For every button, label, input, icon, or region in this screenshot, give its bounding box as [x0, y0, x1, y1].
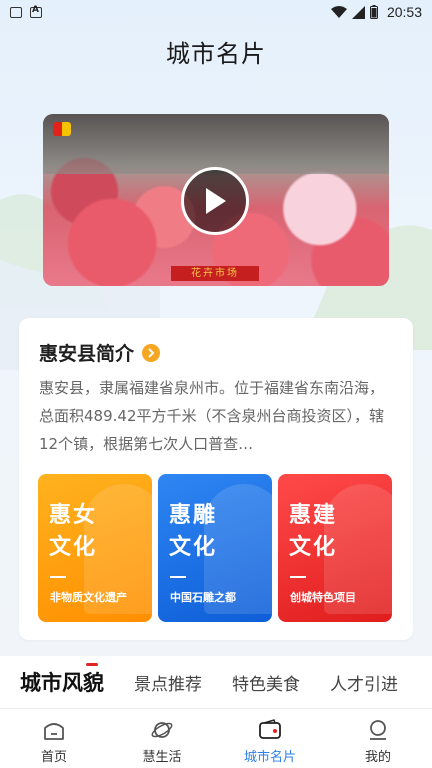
gallery-notification-icon: [10, 6, 22, 18]
chevron-right-icon[interactable]: [142, 343, 161, 362]
clock: 20:53: [386, 4, 422, 20]
tab-city-view[interactable]: 城市风貌: [20, 663, 104, 697]
intro-description: 惠安县，隶属福建省泉州市。位于福建省东南沿海，总面积489.42平方千米（不含泉…: [39, 379, 385, 453]
nav-city-card[interactable]: 城市名片: [216, 709, 324, 768]
tile-title: 惠女文化: [49, 503, 98, 560]
status-bar: 20:53: [0, 0, 432, 24]
card-icon: [257, 717, 283, 743]
play-icon: [206, 188, 226, 214]
tab-food[interactable]: 特色美食: [232, 670, 300, 695]
signal-icon: [351, 5, 365, 19]
user-icon: [365, 717, 391, 743]
nav-profile[interactable]: 我的: [324, 709, 432, 768]
category-tabs: 城市风貌 景点推荐 特色美食 人才引进: [0, 656, 432, 708]
play-button[interactable]: [181, 167, 249, 235]
tile-subtitle: 中国石雕之都: [170, 591, 236, 604]
nav-home[interactable]: 首页: [0, 709, 108, 768]
page-title: 城市名片: [166, 40, 266, 68]
tab-attractions[interactable]: 景点推荐: [134, 670, 202, 695]
nav-label: 慧生活: [142, 750, 182, 765]
tile-huijian-culture[interactable]: 惠建文化 创城特色项目: [278, 474, 392, 622]
nav-life[interactable]: 慧生活: [108, 709, 216, 768]
culture-tiles: 惠女文化 非物质文化遗产 惠雕文化 中国石雕之都 惠建文化 创城特色项目: [38, 474, 392, 622]
market-sign: 花卉市场: [171, 266, 259, 281]
intro-title: 惠安县简介: [39, 343, 135, 365]
tile-huidiao-culture[interactable]: 惠雕文化 中国石雕之都: [158, 474, 272, 622]
nav-label: 我的: [364, 750, 391, 765]
bottom-navigation: 首页 慧生活 城市名片 我的: [0, 708, 432, 768]
nav-label: 城市名片: [243, 750, 296, 765]
tab-talent[interactable]: 人才引进: [330, 670, 398, 695]
tile-title: 惠雕文化: [169, 503, 218, 560]
tile-subtitle: 创城特色项目: [290, 591, 356, 604]
channel-logo: [53, 122, 71, 136]
video-banner[interactable]: 花卉市场: [43, 114, 389, 286]
a-notification-icon: [30, 5, 42, 18]
intro-card: 惠安县简介 惠安县，隶属福建省泉州市。位于福建省东南沿海，总面积489.42平方…: [19, 318, 413, 640]
battery-icon: [369, 5, 378, 19]
tile-huinv-culture[interactable]: 惠女文化 非物质文化遗产: [38, 474, 152, 622]
nav-label: 首页: [40, 750, 67, 765]
home-icon: [41, 717, 67, 743]
tile-title: 惠建文化: [289, 503, 338, 560]
tile-subtitle: 非物质文化遗产: [50, 591, 127, 604]
greenhouse-roof: [43, 114, 389, 174]
planet-icon: [149, 717, 175, 743]
intro-header[interactable]: 惠安县简介: [39, 339, 161, 366]
wifi-icon: [330, 6, 347, 18]
